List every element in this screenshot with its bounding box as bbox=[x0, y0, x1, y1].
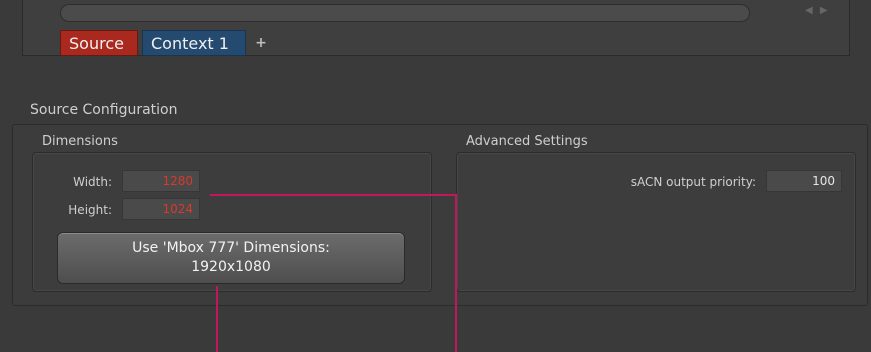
height-label: Height: bbox=[68, 203, 112, 217]
callout-line-vertical-left bbox=[216, 286, 218, 352]
width-label: Width: bbox=[73, 175, 112, 189]
advanced-settings-title: Advanced Settings bbox=[466, 134, 588, 149]
callout-line-horizontal bbox=[210, 194, 456, 196]
sacn-priority-field[interactable]: 100 bbox=[766, 170, 842, 192]
use-dimensions-button-line2: 1920x1080 bbox=[191, 259, 271, 275]
horizontal-scrollbar[interactable] bbox=[60, 4, 750, 22]
section-title: Source Configuration bbox=[30, 102, 178, 118]
sacn-priority-label: sACN output priority: bbox=[630, 175, 756, 189]
scroll-arrows-icon[interactable]: ◀ ▶ bbox=[805, 5, 845, 21]
tab-context-1[interactable]: Context 1 bbox=[142, 30, 246, 56]
width-field[interactable]: 1280 bbox=[122, 170, 200, 192]
use-dimensions-button[interactable]: Use 'Mbox 777' Dimensions: 1920x1080 bbox=[57, 232, 405, 284]
height-field[interactable]: 1024 bbox=[122, 198, 200, 220]
dimensions-title: Dimensions bbox=[42, 134, 118, 149]
use-dimensions-button-line1: Use 'Mbox 777' Dimensions: bbox=[132, 240, 330, 256]
tab-source[interactable]: Source bbox=[60, 30, 138, 56]
plus-icon[interactable]: + bbox=[254, 36, 268, 50]
callout-line-vertical-right bbox=[455, 194, 457, 352]
